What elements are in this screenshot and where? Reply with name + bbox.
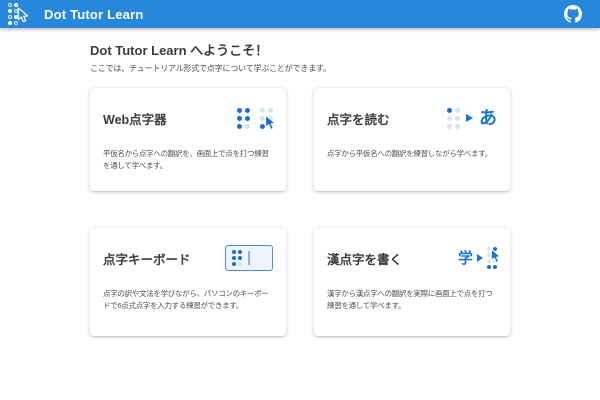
braille-cell-icon xyxy=(447,108,460,129)
braille-dot xyxy=(8,9,12,13)
braille-dot xyxy=(493,265,497,269)
card-head: 点字キーボード xyxy=(103,236,273,280)
braille-cell-cursor xyxy=(487,247,497,269)
app-title: Dot Tutor Learn xyxy=(44,7,144,22)
braille-dot xyxy=(8,15,12,19)
braille-dot xyxy=(447,108,452,113)
page-subtitle: ここでは、チュートリアル形式で点字について学ぶことができます。 xyxy=(90,63,510,74)
braille-dot xyxy=(238,250,242,254)
cursor-icon xyxy=(263,114,278,131)
arrow-right-icon xyxy=(477,254,483,262)
braille-dot xyxy=(232,256,236,260)
main-content: Dot Tutor Learn へようこそ！ ここでは、チュートリアル形式で点字… xyxy=(0,28,600,336)
card-braille-keyboard[interactable]: 点字キーボード 点字の訳や文法を学びながら、パソコンのキーボードで6点式点字を入… xyxy=(90,228,286,336)
card-title: 漢点字を書く xyxy=(327,249,402,268)
braille-dot xyxy=(232,250,236,254)
read-braille-icon: あ xyxy=(447,108,497,129)
github-icon xyxy=(564,5,582,23)
braille-dot xyxy=(232,262,236,266)
web-braille-writer-icon xyxy=(237,108,273,129)
braille-dot xyxy=(455,116,460,121)
braille-dot xyxy=(447,124,452,129)
card-head: 点字を読む あ xyxy=(327,96,497,140)
braille-dot xyxy=(237,124,242,129)
cursor-icon xyxy=(489,248,503,264)
logo-cursor-icon xyxy=(16,7,30,23)
braille-dot xyxy=(487,265,491,269)
page-title: Dot Tutor Learn へようこそ！ xyxy=(90,40,510,59)
braille-dot xyxy=(8,21,12,25)
card-head: 漢点字を書く 学 xyxy=(327,236,497,280)
braille-dot xyxy=(245,108,250,113)
braille-dot xyxy=(237,108,242,113)
github-button[interactable] xyxy=(562,3,584,25)
card-description: 平仮名から点字への翻訳を、画面上で点を打つ練習を通して学べます。 xyxy=(103,148,273,172)
braille-dot xyxy=(447,116,452,121)
braille-dot xyxy=(8,3,12,7)
braille-dot xyxy=(238,256,242,260)
card-description: 漢字から漢点字への翻訳を実際に画面上で点を打つ練習を通して学べます。 xyxy=(327,288,497,312)
card-description: 点字から平仮名への翻訳を練習しながら学べます。 xyxy=(327,148,497,160)
card-title: Web点字器 xyxy=(103,109,167,128)
braille-dot xyxy=(245,116,250,121)
braille-dot xyxy=(455,108,460,113)
card-write-kanji-braille[interactable]: 漢点字を書く 学 漢字から漢点字への翻訳を実際に画面上で点を打つ練習を通して学べ… xyxy=(314,228,510,336)
braille-dot xyxy=(268,108,273,113)
braille-cell-icon xyxy=(232,250,242,266)
card-description: 点字の訳や文法を学びながら、パソコンのキーボードで6点式点字を入力する練習ができ… xyxy=(103,288,273,312)
braille-input-box-icon xyxy=(225,245,273,271)
card-read-braille[interactable]: 点字を読む あ 点字から平仮名への翻訳を練習しながら学べます。 xyxy=(314,88,510,191)
app-logo[interactable] xyxy=(8,2,34,26)
card-grid: Web点字器 平仮名から点字への翻訳を、画面上で点を打つ練習を通して学べます。 … xyxy=(90,88,510,336)
card-head: Web点字器 xyxy=(103,96,273,140)
text-caret-icon xyxy=(248,251,250,265)
kanji-gaku-glyph: 学 xyxy=(458,251,473,266)
braille-dot xyxy=(245,124,250,129)
braille-cell-icon xyxy=(237,108,250,129)
write-kanji-braille-icon: 学 xyxy=(458,247,497,269)
arrow-right-icon xyxy=(466,114,473,122)
braille-dot xyxy=(237,116,242,121)
card-title: 点字キーボード xyxy=(103,249,191,268)
card-title: 点字を読む xyxy=(327,109,390,128)
braille-cell-cursor xyxy=(260,108,273,129)
braille-dot xyxy=(238,262,242,266)
braille-dot xyxy=(260,108,265,113)
braille-dot xyxy=(455,124,460,129)
kana-a-glyph: あ xyxy=(479,109,497,127)
card-web-braille-writer[interactable]: Web点字器 平仮名から点字への翻訳を、画面上で点を打つ練習を通して学べます。 xyxy=(90,88,286,191)
app-header: Dot Tutor Learn xyxy=(0,0,600,28)
